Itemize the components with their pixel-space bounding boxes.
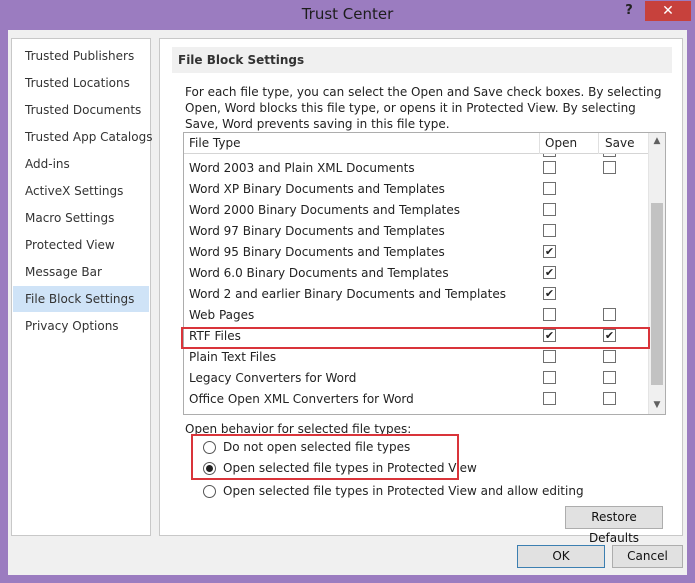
close-button[interactable]: ✕ xyxy=(645,1,691,21)
scroll-down-icon[interactable]: ▼ xyxy=(649,397,665,413)
dialog-client: Trusted Publishers Trusted Locations Trust… xyxy=(8,30,687,575)
header-open[interactable]: Open xyxy=(545,136,577,150)
nav-item-message-bar[interactable]: Message Bar xyxy=(13,259,149,285)
open-checkbox[interactable]: ✔ xyxy=(543,287,556,300)
file-type-label: Word 2 and earlier Binary Documents and … xyxy=(189,287,506,301)
table-header: File Type Open Save xyxy=(184,133,649,154)
restore-defaults-button[interactable]: Restore Defaults xyxy=(565,506,663,545)
table-row[interactable]: Word 2000 Binary Documents and Templates xyxy=(184,200,649,221)
section-title: File Block Settings xyxy=(172,47,672,73)
nav-item-add-ins[interactable]: Add-ins xyxy=(13,151,149,177)
description-text: For each file type, you can select the O… xyxy=(185,85,662,131)
file-type-label: Web Pages xyxy=(189,308,255,322)
file-type-label: RTF Files xyxy=(189,329,241,343)
table-row[interactable]: Web Pages xyxy=(184,305,649,326)
file-type-label: Word 95 Binary Documents and Templates xyxy=(189,245,445,259)
open-checkbox[interactable] xyxy=(543,350,556,363)
open-checkbox[interactable] xyxy=(543,161,556,174)
open-checkbox[interactable] xyxy=(543,392,556,405)
nav-item-macro-settings[interactable]: Macro Settings xyxy=(13,205,149,231)
open-checkbox[interactable] xyxy=(543,224,556,237)
table-row[interactable]: Word 95 Binary Documents and Templates ✔ xyxy=(184,242,649,263)
nav-item-activex-settings[interactable]: ActiveX Settings xyxy=(13,178,149,204)
radio-dot xyxy=(206,465,213,472)
radio-button[interactable] xyxy=(203,462,216,475)
nav-item-trusted-documents[interactable]: Trusted Documents xyxy=(13,97,149,123)
open-behavior-option[interactable]: Do not open selected file types xyxy=(203,439,543,457)
table-scrollbar[interactable]: ▲ ▼ xyxy=(648,133,665,414)
nav-item-trusted-locations[interactable]: Trusted Locations xyxy=(13,70,149,96)
radio-label: Open selected file types in Protected Vi… xyxy=(223,461,477,475)
table-row[interactable]: RTF Files ✔ ✔ xyxy=(184,326,649,347)
scroll-thumb[interactable] xyxy=(651,203,663,385)
header-save[interactable]: Save xyxy=(605,136,634,150)
partial-checkbox xyxy=(543,154,556,157)
nav-item-privacy-options[interactable]: Privacy Options xyxy=(13,313,149,339)
file-type-label: Word 2000 Binary Documents and Templates xyxy=(189,203,461,217)
header-divider xyxy=(598,133,599,154)
table-row[interactable]: Word XP Binary Documents and Templates xyxy=(184,179,649,200)
save-checkbox[interactable] xyxy=(603,161,616,174)
table-row[interactable]: Office Open XML Converters for Word xyxy=(184,389,649,410)
nav-item-protected-view[interactable]: Protected View xyxy=(13,232,149,258)
window-title: Trust Center xyxy=(301,5,394,23)
nav-item-file-block-settings[interactable]: File Block Settings xyxy=(13,286,149,312)
open-checkbox[interactable]: ✔ xyxy=(543,329,556,342)
header-divider xyxy=(539,133,540,154)
radio-button[interactable] xyxy=(203,485,216,498)
title-bar: Trust Center ? ✕ xyxy=(0,0,695,30)
nav-item-trusted-app-catalogs[interactable]: Trusted App Catalogs xyxy=(13,124,152,150)
radio-button[interactable] xyxy=(203,441,216,454)
save-checkbox[interactable] xyxy=(603,392,616,405)
file-type-table: File Type Open Save Word 2003 and Plain … xyxy=(183,132,666,415)
file-type-label: Plain Text Files xyxy=(189,350,277,364)
header-file-type[interactable]: File Type xyxy=(189,136,240,150)
partial-checkbox xyxy=(603,154,616,157)
open-checkbox[interactable] xyxy=(543,308,556,321)
open-behavior-label: Open behavior for selected file types: xyxy=(185,422,412,436)
file-type-label: Word 2003 and Plain XML Documents xyxy=(189,161,415,175)
ok-button[interactable]: OK xyxy=(517,545,605,568)
table-row[interactable]: Word 2 and earlier Binary Documents and … xyxy=(184,284,649,305)
open-behavior-option[interactable]: Open selected file types in Protected Vi… xyxy=(203,460,543,478)
open-checkbox[interactable] xyxy=(543,371,556,384)
file-type-label: Word 6.0 Binary Documents and Templates xyxy=(189,266,449,280)
open-checkbox[interactable]: ✔ xyxy=(543,245,556,258)
open-checkbox[interactable] xyxy=(543,182,556,195)
file-type-label: Word 97 Binary Documents and Templates xyxy=(189,224,445,238)
table-row[interactable]: Legacy Converters for Word xyxy=(184,368,649,389)
table-row[interactable]: Word 97 Binary Documents and Templates xyxy=(184,221,649,242)
table-row[interactable]: Plain Text Files xyxy=(184,347,649,368)
open-checkbox[interactable]: ✔ xyxy=(543,266,556,279)
help-button[interactable]: ? xyxy=(620,3,638,21)
save-checkbox[interactable] xyxy=(603,350,616,363)
radio-label: Open selected file types in Protected Vi… xyxy=(223,484,584,498)
nav-item-trusted-publishers[interactable]: Trusted Publishers xyxy=(13,43,149,69)
file-block-panel: File Block Settings For each file type, … xyxy=(159,38,683,545)
save-checkbox[interactable]: ✔ xyxy=(603,329,616,342)
table-row[interactable]: Word 2003 and Plain XML Documents xyxy=(184,158,649,179)
save-checkbox[interactable] xyxy=(603,371,616,384)
scroll-up-icon[interactable]: ▲ xyxy=(649,133,665,149)
save-checkbox[interactable] xyxy=(603,308,616,321)
file-type-label: Legacy Converters for Word xyxy=(189,371,357,385)
open-behavior-option[interactable]: Open selected file types in Protected Vi… xyxy=(203,483,584,501)
file-type-label: Word XP Binary Documents and Templates xyxy=(189,182,445,196)
table-row[interactable]: Word 6.0 Binary Documents and Templates ✔ xyxy=(184,263,649,284)
category-nav: Trusted Publishers Trusted Locations Trust… xyxy=(11,38,152,536)
open-checkbox[interactable] xyxy=(543,203,556,216)
cancel-button[interactable]: Cancel xyxy=(612,545,683,568)
file-type-label: Office Open XML Converters for Word xyxy=(189,392,414,406)
radio-label: Do not open selected file types xyxy=(223,440,411,454)
